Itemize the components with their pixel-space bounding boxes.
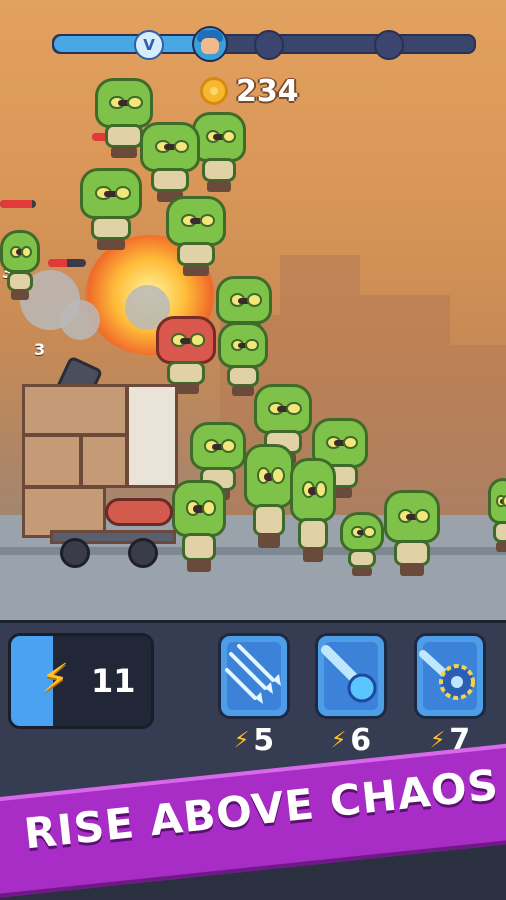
vehicle-crate <box>22 434 82 488</box>
lightning-icon: ⚡ <box>233 728 250 753</box>
zombie-icon <box>140 122 200 202</box>
skill-arrow-volley-button[interactable] <box>218 633 290 719</box>
skill-cost: ⚡ 6 <box>315 723 387 758</box>
zombie-icon <box>172 480 226 572</box>
wave-progress-bar: V <box>52 26 476 62</box>
sawblade-skill-icon <box>419 650 475 700</box>
bottom-hud: ⚡ 11 ⚡ 5 ⚡ 6 ⚡ 7 RISE ABOVE CHAOS <box>0 620 506 900</box>
lightning-icon: ⚡ <box>41 656 70 702</box>
skill-meteor-button[interactable] <box>315 633 387 719</box>
smoke-icon <box>60 300 100 340</box>
zombie-icon <box>340 512 384 576</box>
skill-cost-value: 6 <box>350 723 372 758</box>
wave-node <box>374 30 404 60</box>
hero-avatar-icon <box>192 26 228 62</box>
coin-icon <box>200 77 228 105</box>
wheel-icon <box>128 538 158 568</box>
wheel-icon <box>60 538 90 568</box>
zombie-icon <box>384 490 440 576</box>
lightning-icon: ⚡ <box>429 728 446 753</box>
zombie-icon <box>192 112 246 192</box>
skill-cost-value: 5 <box>253 723 275 758</box>
meteor-skill-icon <box>321 645 377 703</box>
zombie-health-bar <box>48 259 86 267</box>
wave-progress-fill <box>54 36 201 52</box>
vehicle-crate <box>22 384 128 436</box>
skill-sawblade-button[interactable] <box>414 633 486 719</box>
energy-meter: ⚡ 11 <box>8 633 154 729</box>
vehicle-panel <box>126 384 178 488</box>
vehicle-crate <box>80 434 128 488</box>
damage-popup: 3 <box>34 340 46 359</box>
coin-count: 234 <box>236 73 299 109</box>
player-vehicle <box>20 355 180 570</box>
skill-cost: ⚡ 5 <box>218 723 290 758</box>
zombie-icon <box>290 458 336 562</box>
zombie-icon <box>488 478 506 552</box>
battlefield: V 234 3 3 <box>0 0 506 620</box>
zombie-health-bar <box>0 200 36 208</box>
coin-counter: 234 <box>200 73 299 109</box>
arrows-skill-icon <box>225 644 281 704</box>
zombie-icon <box>0 230 40 300</box>
energy-count: 11 <box>91 662 136 700</box>
wave-node <box>254 30 284 60</box>
saw-blade-icon <box>105 498 173 526</box>
zombie-icon <box>80 168 142 250</box>
zombie-icon <box>244 444 294 548</box>
zombie-icon <box>166 196 226 276</box>
wave-node-completed: V <box>134 30 164 60</box>
lightning-icon: ⚡ <box>330 728 347 753</box>
